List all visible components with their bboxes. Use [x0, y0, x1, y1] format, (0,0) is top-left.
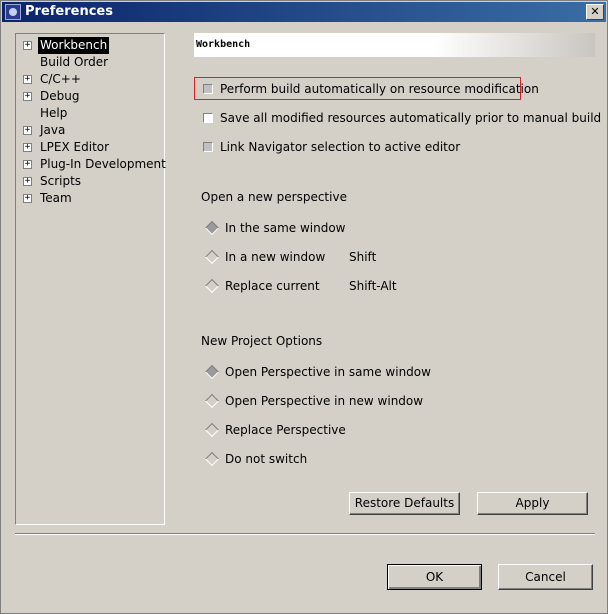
- tree-item-label: LPEX Editor: [40, 140, 110, 154]
- window-title: Preferences: [25, 4, 113, 19]
- ok-button[interactable]: OK: [387, 564, 482, 590]
- project-group-title: New Project Options: [201, 334, 323, 348]
- tree-item-label: Scripts: [40, 174, 82, 188]
- expand-icon[interactable]: +: [23, 126, 32, 135]
- radio-label-replace-perspective[interactable]: Replace Perspective: [225, 422, 346, 438]
- tree-item-label: Debug: [40, 89, 80, 103]
- shortcut-replace-current: Shift-Alt: [349, 279, 397, 293]
- page-title: Workbench: [196, 39, 251, 50]
- radio-do-not-switch[interactable]: [204, 451, 220, 467]
- tree-item-label: Java: [40, 123, 66, 137]
- page-header: Workbench: [194, 33, 595, 57]
- tree-item-label: Workbench: [38, 37, 110, 54]
- radio-label-do-not-switch[interactable]: Do not switch: [225, 451, 307, 467]
- radio-open-new-window[interactable]: [204, 393, 220, 409]
- expand-icon[interactable]: +: [23, 177, 32, 186]
- cancel-button[interactable]: Cancel: [498, 564, 593, 590]
- tree-item-label: Help: [40, 106, 68, 120]
- app-icon: [5, 4, 21, 20]
- expand-icon[interactable]: +: [23, 194, 32, 203]
- radio-label-open-new-window[interactable]: Open Perspective in new window: [225, 393, 423, 409]
- checkbox-box[interactable]: [203, 142, 213, 152]
- dialog-separator: [15, 533, 595, 535]
- radio-label-same-window[interactable]: In the same window: [225, 220, 346, 236]
- apply-button[interactable]: Apply: [477, 492, 588, 515]
- tree-item-label: Plug-In Development: [40, 157, 166, 171]
- restore-defaults-button[interactable]: Restore Defaults: [349, 492, 460, 515]
- perspective-group-title: Open a new perspective: [201, 190, 347, 204]
- checkbox-label: Perform build automatically on resource …: [220, 82, 539, 96]
- radio-new-window[interactable]: [204, 249, 220, 265]
- shortcut-new-window: Shift: [349, 250, 377, 264]
- preferences-tree: + Workbench Build Order + C/C++ + Debug …: [15, 33, 166, 525]
- title-bar: Preferences ✕: [2, 2, 606, 22]
- tree-item-label: Build Order: [40, 55, 109, 69]
- expand-icon[interactable]: +: [23, 92, 32, 101]
- close-icon: ✕: [590, 5, 600, 18]
- tree-item-label: Team: [40, 191, 72, 205]
- checkbox-label: Save all modified resources automaticall…: [220, 111, 602, 125]
- expand-icon[interactable]: +: [23, 143, 32, 152]
- expand-icon[interactable]: +: [23, 41, 32, 50]
- radio-label-new-window[interactable]: In a new window: [225, 249, 325, 265]
- radio-replace-current[interactable]: [204, 278, 220, 294]
- expand-icon[interactable]: +: [23, 160, 32, 169]
- close-button[interactable]: ✕: [586, 4, 604, 20]
- checkbox-box[interactable]: [203, 84, 213, 94]
- radio-same-window[interactable]: [204, 220, 220, 236]
- checkbox-label: Link Navigator selection to active edito…: [220, 140, 461, 154]
- radio-open-same-window[interactable]: [204, 364, 220, 380]
- radio-label-replace-current[interactable]: Replace current: [225, 278, 320, 294]
- radio-label-open-same-window[interactable]: Open Perspective in same window: [225, 364, 431, 380]
- checkbox-box[interactable]: [203, 113, 213, 123]
- expand-icon[interactable]: +: [23, 75, 32, 84]
- radio-replace-perspective[interactable]: [204, 422, 220, 438]
- preferences-dialog: Preferences ✕ + Workbench Build Order + …: [0, 0, 608, 614]
- tree-item-label: C/C++: [40, 72, 81, 86]
